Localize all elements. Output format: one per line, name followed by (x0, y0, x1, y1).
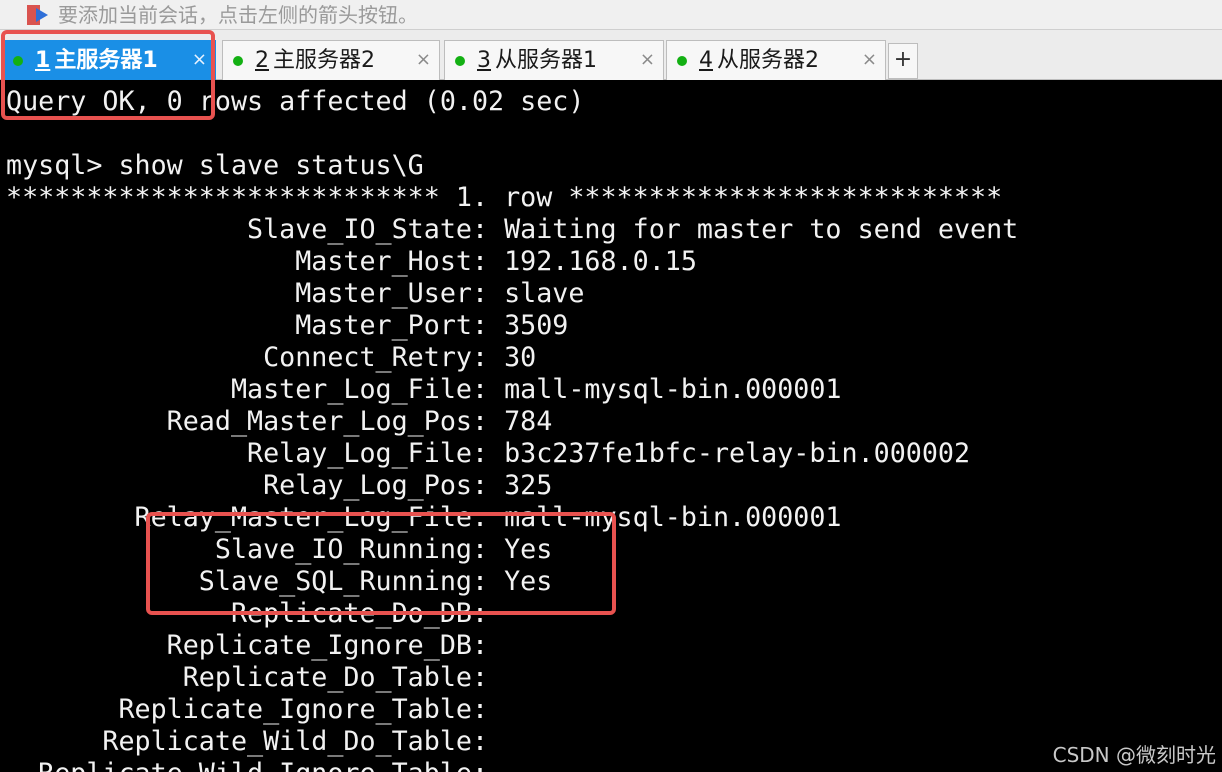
tab-title: 从服务器2 (717, 48, 819, 73)
terminal-line: Replicate_Do_Table: (6, 662, 505, 693)
tab-close-icon[interactable]: × (416, 47, 431, 73)
terminal-line: Connect_Retry: 30 (6, 342, 537, 373)
terminal-line: *************************** 1. row *****… (6, 182, 1003, 213)
terminal-output[interactable]: Query OK, 0 rows affected (0.02 sec) mysq… (0, 80, 1222, 772)
running-status-highlight-box (146, 512, 616, 615)
terminal-line: Replicate_Wild_Do_Table: (6, 726, 505, 757)
tab-close-icon[interactable]: × (640, 47, 655, 73)
terminal-line: Replicate_Ignore_Table: (6, 694, 505, 725)
terminal-line: Master_Port: 3509 (6, 310, 569, 341)
terminal-line: Master_User: slave (6, 278, 585, 309)
tab-master-server-2[interactable]: 2 主服务器2 × (222, 40, 440, 80)
terminal-line: Read_Master_Log_Pos: 784 (6, 406, 553, 437)
tab-close-icon[interactable]: × (862, 47, 877, 73)
connected-status-icon (677, 56, 687, 66)
terminal-line: Slave_IO_State: Waiting for master to se… (6, 214, 1019, 245)
terminal-line: Replicate_Wild_Ignore_Table: (6, 758, 1222, 772)
tab-highlight-box (1, 30, 215, 120)
terminal-text: Query OK, 0 rows affected (0.02 sec) mysq… (0, 80, 1222, 772)
watermark: CSDN @微刻时光 (1052, 743, 1216, 767)
session-hint-text: 要添加当前会话，点击左侧的箭头按钮。 (58, 3, 418, 27)
terminal-line: mysql> show slave status\G (6, 150, 424, 181)
terminal-line: Replicate_Ignore_DB: (6, 630, 505, 661)
tab-slave-server-1[interactable]: 3 从服务器1 × (444, 40, 664, 80)
tab-title: 从服务器1 (495, 48, 597, 73)
session-arrow-icon[interactable] (24, 3, 52, 27)
terminal-line: Master_Host: 192.168.0.15 (6, 246, 697, 277)
session-hint-bar: 要添加当前会话，点击左侧的箭头按钮。 (0, 0, 1222, 30)
terminal-line: Relay_Log_Pos: 325 (6, 470, 553, 501)
tab-number: 4 (699, 48, 713, 73)
tab-slave-server-2[interactable]: 4 从服务器2 × (666, 40, 886, 80)
tab-title: 主服务器2 (273, 48, 375, 73)
tab-number: 3 (477, 48, 491, 73)
terminal-line: Relay_Log_File: b3c237fe1bfc-relay-bin.0… (6, 438, 971, 469)
add-tab-button[interactable]: + (888, 43, 918, 79)
connected-status-icon (233, 56, 243, 66)
terminal-line: Master_Log_File: mall-mysql-bin.000001 (6, 374, 842, 405)
tab-number: 2 (255, 48, 269, 73)
connected-status-icon (455, 56, 465, 66)
